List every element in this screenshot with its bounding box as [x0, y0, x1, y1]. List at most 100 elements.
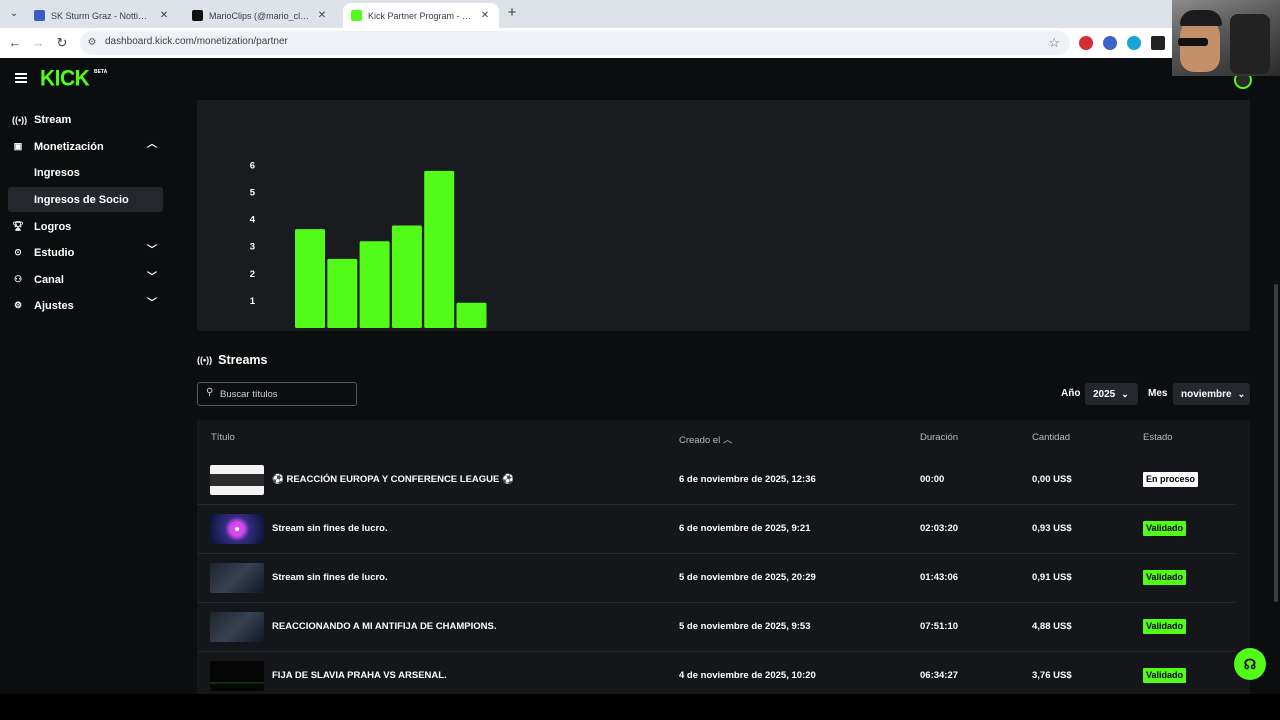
- column-duration[interactable]: Duración: [920, 432, 958, 443]
- chevron-down-icon: ⌄: [1121, 388, 1129, 399]
- column-created[interactable]: Creado el ︿: [679, 432, 732, 446]
- stream-duration: 02:03:20: [920, 523, 959, 534]
- close-icon[interactable]: ✕: [479, 10, 491, 21]
- status-badge: Validado: [1143, 619, 1187, 634]
- table-row[interactable]: ⚽ REACCIÓN EUROPA Y CONFERENCE LEAGUE ⚽ 6…: [197, 456, 1236, 505]
- column-title[interactable]: Título: [211, 432, 235, 443]
- stream-thumbnail[interactable]: [210, 563, 264, 593]
- status-badge: Validado: [1143, 521, 1187, 536]
- chevron-down-icon: ⌄: [1237, 388, 1246, 399]
- support-chat-icon[interactable]: ☊: [1234, 648, 1266, 680]
- chart-bar[interactable]: [391, 225, 422, 328]
- chart-bar[interactable]: [359, 241, 390, 328]
- table-row[interactable]: REACCIONANDO A MI ANTIFIJA DE CHAMPIONS.…: [197, 603, 1236, 652]
- stream-title[interactable]: REACCIONANDO A MI ANTIFIJA DE CHAMPIONS.: [272, 621, 496, 632]
- forward-icon[interactable]: →: [29, 34, 47, 52]
- sidebar-item-monetization[interactable]: ▣ Monetización ︿: [8, 134, 163, 159]
- earnings-chart-panel: 12345631 de octubre6 de noviembre12 de n…: [197, 100, 1250, 331]
- table-row[interactable]: Stream sin fines de lucro. 6 de noviembre…: [197, 505, 1236, 554]
- year-select[interactable]: 2025 ⌄: [1085, 383, 1138, 405]
- sidebar-item-label: Ingresos de Socio: [34, 193, 129, 206]
- y-tick-label: 1: [250, 296, 256, 307]
- search-icon: ⚲: [206, 387, 214, 398]
- y-tick-label: 5: [250, 188, 256, 199]
- column-status[interactable]: Estado: [1143, 432, 1173, 443]
- webcam-overlay: [1172, 0, 1280, 76]
- table-row[interactable]: Stream sin fines de lucro. 5 de noviembre…: [197, 554, 1236, 603]
- sidebar-item-ajustes[interactable]: ⚙ Ajustes ﹀: [8, 293, 163, 318]
- chart-bar[interactable]: [295, 229, 325, 328]
- beta-badge: BETA: [94, 69, 108, 75]
- broadcast-icon: ((•)): [197, 355, 213, 365]
- sidebar-item-canal[interactable]: ⚇ Canal ﹀: [8, 267, 163, 292]
- stream-thumbnail[interactable]: [210, 514, 264, 544]
- month-select[interactable]: noviembre ⌄: [1173, 383, 1250, 405]
- channel-icon: ⚇: [13, 274, 23, 284]
- url-text: dashboard.kick.com/monetization/partner: [105, 36, 288, 47]
- chevron-down-icon: ﹀: [147, 272, 157, 283]
- status-badge: Validado: [1143, 570, 1187, 585]
- sidebar-item-stream[interactable]: ((•)) Stream: [8, 107, 163, 132]
- extension-icon[interactable]: [1079, 36, 1093, 50]
- sidebar-item-logros[interactable]: 🏆︎ Logros: [8, 214, 163, 239]
- close-icon[interactable]: ✕: [158, 10, 170, 21]
- tab-favicon: [351, 10, 362, 21]
- earnings-bar-chart: 12345631 de octubre6 de noviembre12 de n…: [250, 160, 487, 328]
- year-label: Año: [1061, 388, 1081, 399]
- y-tick-label: 3: [250, 242, 255, 253]
- kick-logo[interactable]: KICK: [40, 66, 90, 91]
- sidebar-item-estudio[interactable]: ⊙ Estudio ﹀: [8, 240, 163, 265]
- extension-icon[interactable]: [1103, 36, 1117, 50]
- tab-title: SK Sturm Graz - Nottingham Fo: [51, 10, 152, 21]
- stream-amount: 3,76 US$: [1032, 670, 1072, 681]
- chevron-down-icon: ﹀: [147, 245, 157, 256]
- close-icon[interactable]: ✕: [316, 10, 328, 21]
- browser-tab[interactable]: MarioClips (@mario_clips322) | ✕: [184, 3, 336, 28]
- chevron-down-icon[interactable]: ⌄: [6, 6, 22, 22]
- search-box[interactable]: ⚲: [197, 382, 357, 406]
- tab-favicon: [192, 10, 203, 21]
- tab-favicon: [34, 10, 45, 21]
- stream-title[interactable]: FIJA DE SLAVIA PRAHA VS ARSENAL.: [272, 670, 447, 681]
- stream-thumbnail[interactable]: [210, 465, 264, 495]
- back-icon[interactable]: ←: [6, 34, 24, 52]
- search-input[interactable]: [220, 386, 350, 402]
- chart-bar[interactable]: [424, 170, 455, 328]
- stream-title[interactable]: Stream sin fines de lucro.: [272, 572, 388, 583]
- stream-created: 4 de noviembre de 2025, 10:20: [679, 670, 816, 681]
- sidebar-item-ingresos[interactable]: Ingresos: [8, 160, 163, 185]
- extension-icon[interactable]: [1151, 36, 1165, 50]
- status-badge: Validado: [1143, 668, 1187, 683]
- broadcast-icon: ((•)): [12, 114, 28, 125]
- plus-icon[interactable]: +: [505, 5, 519, 21]
- reload-icon[interactable]: ↻: [53, 34, 71, 52]
- webcam-chair: [1230, 14, 1270, 74]
- menu-icon[interactable]: [15, 73, 27, 83]
- table-row[interactable]: FIJA DE SLAVIA PRAHA VS ARSENAL. 4 de nov…: [197, 652, 1236, 694]
- stream-duration: 01:43:06: [920, 572, 959, 583]
- browser-tab-active[interactable]: Kick Partner Program - Kick Da ✕: [343, 3, 499, 28]
- sidebar-item-label: Canal: [34, 273, 64, 286]
- stream-amount: 0,93 US$: [1032, 523, 1072, 534]
- sidebar-item-ingresos-de-socio[interactable]: Ingresos de Socio: [8, 187, 163, 212]
- page-scrollbar[interactable]: [1274, 284, 1278, 602]
- extension-icon[interactable]: [1127, 36, 1141, 50]
- site-info-icon[interactable]: ⚙: [86, 37, 98, 49]
- webcam-sunglasses: [1178, 38, 1208, 46]
- address-bar[interactable]: ⚙ dashboard.kick.com/monetization/partne…: [80, 31, 1070, 55]
- stream-thumbnail[interactable]: [210, 612, 264, 642]
- browser-tab[interactable]: SK Sturm Graz - Nottingham Fo ✕: [26, 3, 178, 28]
- chart-bar[interactable]: [456, 302, 487, 328]
- tab-title: Kick Partner Program - Kick Da: [368, 10, 473, 21]
- stream-title[interactable]: Stream sin fines de lucro.: [272, 523, 388, 534]
- bookmark-star-icon[interactable]: ☆: [1048, 35, 1060, 51]
- stream-title[interactable]: ⚽ REACCIÓN EUROPA Y CONFERENCE LEAGUE ⚽: [272, 474, 514, 485]
- stream-created: 5 de noviembre de 2025, 9:53: [679, 621, 811, 632]
- section-title: Streams: [218, 353, 268, 367]
- chart-bar[interactable]: [327, 258, 358, 328]
- column-amount[interactable]: Cantidad: [1032, 432, 1070, 443]
- month-label: Mes: [1148, 388, 1168, 399]
- studio-icon: ⊙: [14, 247, 22, 257]
- trophy-icon: 🏆︎: [12, 221, 24, 231]
- stream-thumbnail[interactable]: [210, 661, 264, 691]
